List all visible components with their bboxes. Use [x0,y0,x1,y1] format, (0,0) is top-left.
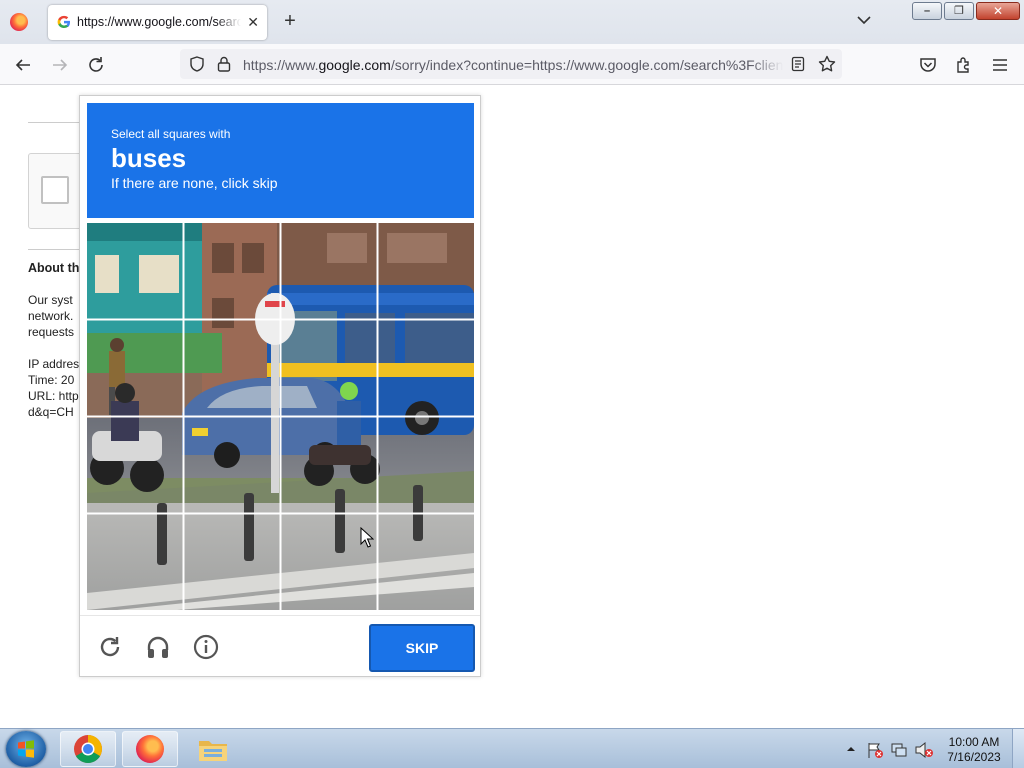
recaptcha-challenge-popup: Select all squares with buses If there a… [79,95,481,677]
grid-tile-1-3[interactable] [281,223,377,319]
challenge-footer: SKIP [80,615,480,677]
target-object-label: buses [111,143,187,173]
grid-tile-1-1[interactable] [87,223,183,319]
grid-tile-3-2[interactable] [184,417,280,513]
system-clock[interactable]: 10:00 AM 7/16/2023 [944,735,1004,765]
back-arrow-icon[interactable] [13,55,33,75]
skip-button[interactable]: SKIP [369,624,475,672]
grid-tile-2-4[interactable] [378,320,474,416]
lock-icon[interactable] [216,55,232,73]
navigation-toolbar: https://www.google.com/sorry/index?conti… [0,44,1024,85]
explorer-folder-icon [199,741,227,761]
reload-icon[interactable] [97,634,123,660]
firefox-icon [136,735,164,763]
taskbar-firefox-button[interactable] [122,731,178,767]
extensions-puzzle-icon[interactable] [954,55,974,75]
clock-time: 10:00 AM [948,735,1000,749]
minimize-button[interactable]: – [912,2,942,20]
taskbar-explorer-button[interactable] [185,731,241,767]
firefox-menu-icon[interactable] [10,13,28,31]
grid-tile-4-2[interactable] [184,514,280,610]
desktop-screen: https://www.google.com/search ✕ + – ❐ ✕ [0,0,1024,768]
page-text-line: Time: 20 [28,373,75,387]
google-favicon-icon [57,15,70,28]
close-window-button[interactable]: ✕ [976,2,1020,20]
url-domain: google.com [318,57,391,73]
page-text-line: requests [28,325,75,339]
tab-close-icon[interactable]: ✕ [247,14,259,30]
start-button[interactable] [6,731,46,767]
forward-arrow-icon[interactable] [50,55,70,75]
page-text-line: IP addres [28,357,80,371]
taskbar-chrome-button[interactable] [60,731,116,767]
page-text-line: Our syst [28,293,73,307]
mouse-pointer-icon [360,527,374,548]
network-icon[interactable] [890,741,908,759]
url-path: /sorry/index?continue=https://www.google… [390,57,783,73]
pocket-icon[interactable] [918,55,938,75]
tab-title: https://www.google.com/search [77,15,241,29]
grid-tile-2-1[interactable] [87,320,183,416]
instruction-subtext: If there are none, click skip [111,175,278,191]
url-text[interactable]: https://www.google.com/sorry/index?conti… [243,57,783,73]
volume-muted-icon[interactable] [914,741,934,759]
window-controls: – ❐ ✕ [912,2,1020,20]
chrome-icon [74,735,102,763]
challenge-header: Select all squares with buses If there a… [87,103,474,218]
hamburger-menu-icon[interactable] [990,55,1010,75]
reader-view-icon[interactable] [790,55,806,73]
page-text-line: URL: http [28,389,79,403]
restore-icon: ❐ [954,5,964,17]
info-icon[interactable] [193,634,219,660]
action-center-flag-icon[interactable] [866,741,884,759]
bookmark-star-icon[interactable] [817,54,837,74]
grid-tile-1-4[interactable] [378,223,474,319]
show-hidden-icons-chevron-icon[interactable] [846,744,856,754]
restore-button[interactable]: ❐ [944,2,974,20]
list-all-tabs-chevron-icon[interactable] [855,11,873,29]
new-tab-button[interactable]: + [280,9,300,33]
show-desktop-button[interactable] [1012,729,1024,768]
grid-tile-4-1[interactable] [87,514,183,610]
url-bar[interactable]: https://www.google.com/sorry/index?conti… [180,49,842,79]
page-text-line: network. [28,309,74,323]
minimize-icon: – [923,5,931,17]
clock-date: 7/16/2023 [947,750,1001,764]
page-text-line: d&q=CH [28,405,74,419]
windows-taskbar: 10:00 AM 7/16/2023 [0,728,1024,768]
tab-strip: https://www.google.com/search ✕ + – ❐ ✕ [0,0,1024,44]
grid-tile-2-2[interactable] [184,320,280,416]
reload-page-icon[interactable] [86,55,106,75]
instruction-text: Select all squares with [111,127,231,141]
grid-tile-3-4[interactable] [378,417,474,513]
recaptcha-checkbox[interactable] [41,176,69,204]
grid-tile-2-3[interactable] [281,320,377,416]
grid-tile-3-1[interactable] [87,417,183,513]
audio-challenge-icon[interactable] [145,634,171,660]
tracking-shield-icon[interactable] [188,55,206,73]
image-grid [87,223,474,610]
url-prefix: https://www. [243,57,319,73]
grid-tile-1-2[interactable] [184,223,280,319]
close-icon: ✕ [992,4,1004,18]
grid-tile-3-3[interactable] [281,417,377,513]
browser-tab[interactable]: https://www.google.com/search ✕ [48,5,267,40]
grid-tile-4-4[interactable] [378,514,474,610]
about-heading: About th [28,261,80,275]
windows-logo-icon [18,740,34,758]
